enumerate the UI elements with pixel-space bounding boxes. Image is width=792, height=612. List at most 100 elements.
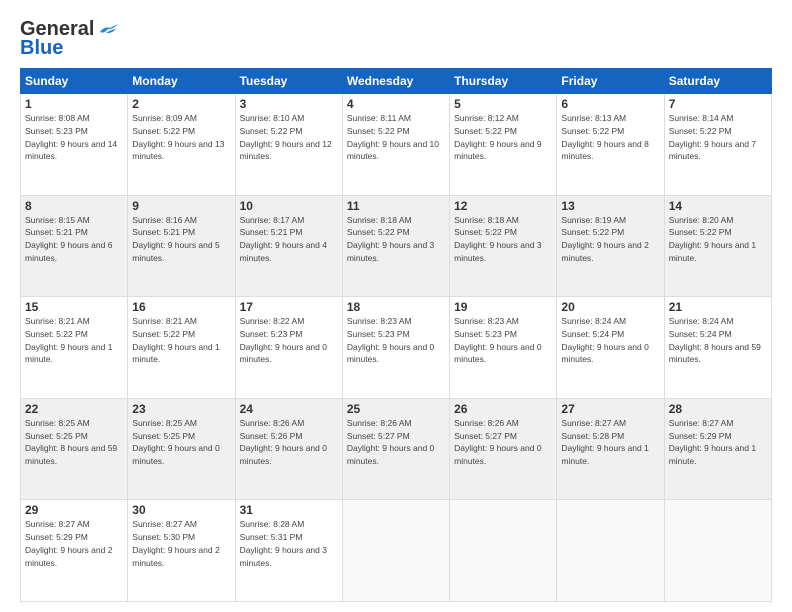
table-row: 31 Sunrise: 8:28 AMSunset: 5:31 PMDayligh… [235,500,342,602]
col-monday: Monday [128,69,235,94]
day-detail: Sunrise: 8:24 AMSunset: 5:24 PMDaylight:… [561,316,648,364]
day-number: 4 [347,97,445,111]
day-number: 13 [561,199,659,213]
logo: General Blue [20,18,118,60]
table-row: 18 Sunrise: 8:23 AMSunset: 5:23 PMDayligh… [342,297,449,399]
table-row [557,500,664,602]
table-row: 11 Sunrise: 8:18 AMSunset: 5:22 PMDayligh… [342,195,449,297]
table-row: 24 Sunrise: 8:26 AMSunset: 5:26 PMDayligh… [235,398,342,500]
table-row: 2 Sunrise: 8:09 AMSunset: 5:22 PMDaylight… [128,94,235,196]
day-detail: Sunrise: 8:18 AMSunset: 5:22 PMDaylight:… [347,215,434,263]
logo-bird-icon [96,24,118,38]
day-number: 9 [132,199,230,213]
table-row: 3 Sunrise: 8:10 AMSunset: 5:22 PMDaylight… [235,94,342,196]
table-row: 5Sunrise: 8:12 AMSunset: 5:22 PMDaylight… [450,94,557,196]
table-row: 15 Sunrise: 8:21 AMSunset: 5:22 PMDayligh… [21,297,128,399]
day-number: 24 [240,402,338,416]
table-row: 22Sunrise: 8:25 AMSunset: 5:25 PMDayligh… [21,398,128,500]
table-row [342,500,449,602]
col-sunday: Sunday [21,69,128,94]
day-number: 8 [25,199,123,213]
day-detail: Sunrise: 8:14 AMSunset: 5:22 PMDaylight:… [669,113,756,161]
day-number: 28 [669,402,767,416]
day-number: 21 [669,300,767,314]
day-detail: Sunrise: 8:18 AMSunset: 5:22 PMDaylight:… [454,215,541,263]
day-number: 3 [240,97,338,111]
day-number: 11 [347,199,445,213]
calendar-header-row: Sunday Monday Tuesday Wednesday Thursday… [21,69,772,94]
day-detail: Sunrise: 8:26 AMSunset: 5:26 PMDaylight:… [240,418,327,466]
day-detail: Sunrise: 8:15 AMSunset: 5:21 PMDaylight:… [25,215,112,263]
table-row: 12 Sunrise: 8:18 AMSunset: 5:22 PMDayligh… [450,195,557,297]
col-tuesday: Tuesday [235,69,342,94]
calendar-week-row: 15 Sunrise: 8:21 AMSunset: 5:22 PMDayligh… [21,297,772,399]
table-row [450,500,557,602]
calendar-week-row: 8 Sunrise: 8:15 AMSunset: 5:21 PMDaylight… [21,195,772,297]
calendar-week-row: 22Sunrise: 8:25 AMSunset: 5:25 PMDayligh… [21,398,772,500]
day-detail: Sunrise: 8:21 AMSunset: 5:22 PMDaylight:… [25,316,112,364]
table-row: 23 Sunrise: 8:25 AMSunset: 5:25 PMDayligh… [128,398,235,500]
day-detail: Sunrise: 8:27 AMSunset: 5:28 PMDaylight:… [561,418,648,466]
day-detail: Sunrise: 8:12 AMSunset: 5:22 PMDaylight:… [454,113,541,161]
table-row: 17Sunrise: 8:22 AMSunset: 5:23 PMDayligh… [235,297,342,399]
day-detail: Sunrise: 8:23 AMSunset: 5:23 PMDaylight:… [347,316,434,364]
day-number: 23 [132,402,230,416]
day-number: 1 [25,97,123,111]
day-detail: Sunrise: 8:11 AMSunset: 5:22 PMDaylight:… [347,113,439,161]
day-detail: Sunrise: 8:26 AMSunset: 5:27 PMDaylight:… [454,418,541,466]
day-number: 15 [25,300,123,314]
day-number: 14 [669,199,767,213]
logo-blue: Blue [20,37,63,60]
table-row: 10 Sunrise: 8:17 AMSunset: 5:21 PMDayligh… [235,195,342,297]
col-friday: Friday [557,69,664,94]
day-detail: Sunrise: 8:13 AMSunset: 5:22 PMDaylight:… [561,113,648,161]
day-number: 6 [561,97,659,111]
table-row: 7 Sunrise: 8:14 AMSunset: 5:22 PMDaylight… [664,94,771,196]
day-number: 10 [240,199,338,213]
table-row: 14 Sunrise: 8:20 AMSunset: 5:22 PMDayligh… [664,195,771,297]
day-number: 25 [347,402,445,416]
day-detail: Sunrise: 8:20 AMSunset: 5:22 PMDaylight:… [669,215,756,263]
day-number: 12 [454,199,552,213]
table-row: 6 Sunrise: 8:13 AMSunset: 5:22 PMDaylight… [557,94,664,196]
header: General Blue [20,18,772,60]
table-row: 27 Sunrise: 8:27 AMSunset: 5:28 PMDayligh… [557,398,664,500]
day-detail: Sunrise: 8:10 AMSunset: 5:22 PMDaylight:… [240,113,332,161]
table-row: 16Sunrise: 8:21 AMSunset: 5:22 PMDayligh… [128,297,235,399]
day-number: 18 [347,300,445,314]
day-detail: Sunrise: 8:27 AMSunset: 5:30 PMDaylight:… [132,519,219,567]
day-detail: Sunrise: 8:25 AMSunset: 5:25 PMDaylight:… [132,418,219,466]
day-detail: Sunrise: 8:23 AMSunset: 5:23 PMDaylight:… [454,316,541,364]
col-wednesday: Wednesday [342,69,449,94]
calendar-week-row: 1Sunrise: 8:08 AMSunset: 5:23 PMDaylight… [21,94,772,196]
day-detail: Sunrise: 8:24 AMSunset: 5:24 PMDaylight:… [669,316,761,364]
day-detail: Sunrise: 8:22 AMSunset: 5:23 PMDaylight:… [240,316,327,364]
table-row: 26Sunrise: 8:26 AMSunset: 5:27 PMDayligh… [450,398,557,500]
day-number: 27 [561,402,659,416]
day-number: 20 [561,300,659,314]
table-row: 25Sunrise: 8:26 AMSunset: 5:27 PMDayligh… [342,398,449,500]
day-detail: Sunrise: 8:09 AMSunset: 5:22 PMDaylight:… [132,113,224,161]
table-row: 9Sunrise: 8:16 AMSunset: 5:21 PMDaylight… [128,195,235,297]
day-number: 7 [669,97,767,111]
day-number: 19 [454,300,552,314]
table-row: 29Sunrise: 8:27 AMSunset: 5:29 PMDayligh… [21,500,128,602]
table-row [664,500,771,602]
day-detail: Sunrise: 8:25 AMSunset: 5:25 PMDaylight:… [25,418,117,466]
table-row: 30Sunrise: 8:27 AMSunset: 5:30 PMDayligh… [128,500,235,602]
table-row: 4 Sunrise: 8:11 AMSunset: 5:22 PMDaylight… [342,94,449,196]
calendar-week-row: 29Sunrise: 8:27 AMSunset: 5:29 PMDayligh… [21,500,772,602]
day-detail: Sunrise: 8:21 AMSunset: 5:22 PMDaylight:… [132,316,219,364]
day-detail: Sunrise: 8:27 AMSunset: 5:29 PMDaylight:… [25,519,112,567]
day-detail: Sunrise: 8:17 AMSunset: 5:21 PMDaylight:… [240,215,327,263]
day-detail: Sunrise: 8:28 AMSunset: 5:31 PMDaylight:… [240,519,327,567]
table-row: 13 Sunrise: 8:19 AMSunset: 5:22 PMDayligh… [557,195,664,297]
table-row: 20 Sunrise: 8:24 AMSunset: 5:24 PMDayligh… [557,297,664,399]
col-thursday: Thursday [450,69,557,94]
col-saturday: Saturday [664,69,771,94]
day-number: 31 [240,503,338,517]
table-row: 19 Sunrise: 8:23 AMSunset: 5:23 PMDayligh… [450,297,557,399]
day-number: 2 [132,97,230,111]
page: General Blue Sunday Monday Tuesday Wedne… [0,0,792,612]
day-detail: Sunrise: 8:19 AMSunset: 5:22 PMDaylight:… [561,215,648,263]
